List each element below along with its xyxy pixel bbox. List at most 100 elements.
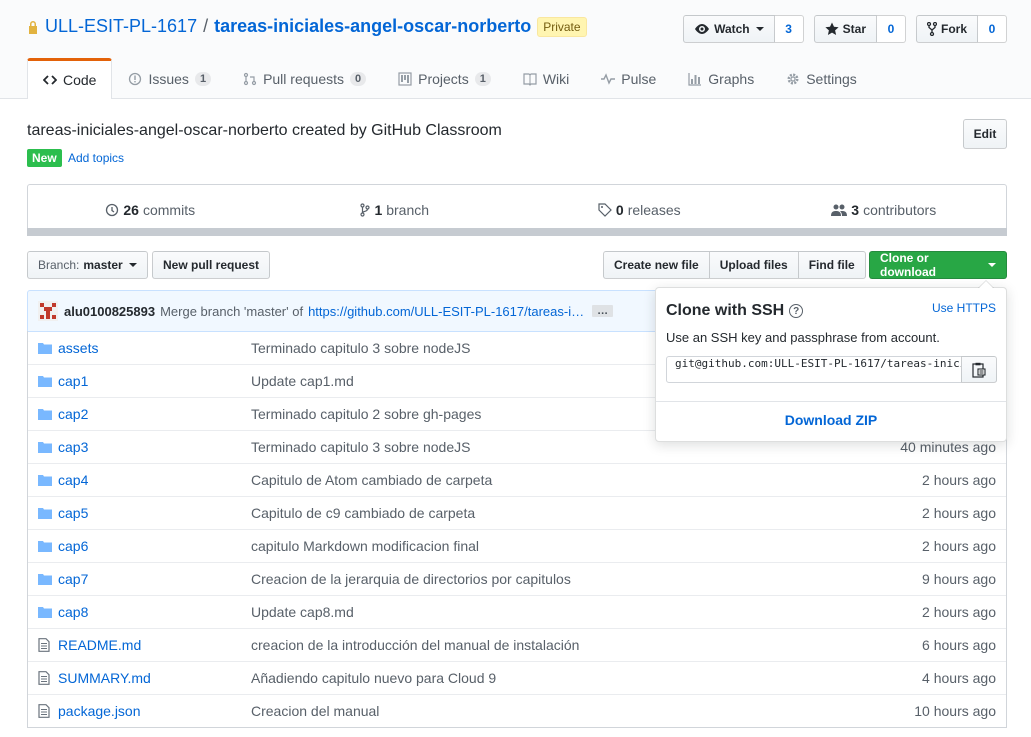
eye-icon [695,24,710,34]
repo-owner-link[interactable]: ULL-ESIT-PL-1617 [45,16,197,37]
new-badge: New [27,149,62,167]
avatar[interactable] [38,301,58,321]
file-name-link[interactable]: assets [58,340,251,356]
folder-icon [38,375,52,387]
file-age: 2 hours ago [922,604,996,620]
file-name-link[interactable]: cap5 [58,505,251,521]
file-commit-message[interactable]: Creacion de la jerarquia de directorios … [251,571,806,587]
chevron-down-icon [128,263,137,267]
tab-wiki[interactable]: Wiki [507,58,585,98]
file-commit-message[interactable]: Update cap8.md [251,604,806,620]
file-commit-message[interactable]: creacion de la introducción del manual d… [251,637,806,653]
file-commit-message[interactable]: Añadiendo capitulo nuevo para Cloud 9 [251,670,806,686]
file-name-link[interactable]: cap4 [58,472,251,488]
file-row: package.json Creacion del manual 10 hours … [28,694,1006,727]
file-name-link[interactable]: cap6 [58,538,251,554]
fork-button[interactable]: Fork [915,15,978,43]
commits-label: commits [142,202,196,218]
file-name-link[interactable]: cap7 [58,571,251,587]
file-age: 4 hours ago [922,670,996,686]
file-name-link[interactable]: package.json [58,703,251,719]
people-icon [831,204,848,216]
find-file-button[interactable]: Find file [797,251,866,279]
tab-label: Pulse [621,70,657,87]
ellipsis-expander[interactable]: … [592,305,614,317]
tab-pulse[interactable]: Pulse [585,58,672,98]
star-button[interactable]: Star [813,15,877,43]
tab-graphs[interactable]: Graphs [672,58,770,98]
branch-prefix: Branch: [38,258,80,272]
commits-count: 26 [123,202,139,218]
file-name-link[interactable]: README.md [58,637,251,653]
upload-files-button[interactable]: Upload files [708,251,799,279]
clone-url-field[interactable]: git@github.com:ULL-ESIT-PL-1617/tareas-i… [666,356,962,383]
use-https-link[interactable]: Use HTTPS [932,301,996,315]
repo-description: tareas-iniciales-angel-oscar-norberto cr… [27,122,502,139]
file-actions: Create new file Upload files Find file [603,251,866,279]
file-row: SUMMARY.md Añadiendo capitulo nuevo para … [28,661,1006,694]
branch-select-button[interactable]: Branch: master [27,251,148,279]
folder-icon [38,408,52,420]
add-topics-link[interactable]: Add topics [68,151,124,165]
copy-to-clipboard-button[interactable] [961,356,997,383]
file-icon [38,671,52,685]
file-name-link[interactable]: cap2 [58,406,251,422]
file-name-link[interactable]: cap8 [58,604,251,620]
file-row: cap6 capitulo Markdown modificacion final… [28,529,1006,562]
lock-icon [29,20,37,34]
file-name-link[interactable]: SUMMARY.md [58,670,251,686]
star-label: Star [842,22,866,36]
clone-label: Clone or download [880,251,936,279]
history-icon [106,203,119,217]
watch-button[interactable]: Watch [683,15,775,43]
contributors-label: contributors [863,202,937,218]
tab-projects[interactable]: Projects 1 [382,58,507,98]
tab-label: Settings [806,70,857,87]
tab-label: Projects [418,70,469,87]
folder-icon [38,474,52,486]
file-row: cap5 Capitulo de c9 cambiado de carpeta 2 … [28,496,1006,529]
commit-link[interactable]: https://github.com/ULL-ESIT-PL-1617/tare… [308,304,584,319]
file-age: 9 hours ago [922,571,996,587]
repo-header: ULL-ESIT-PL-1617 / tareas-iniciales-ange… [0,0,1031,99]
file-name-link[interactable]: cap3 [58,439,251,455]
commit-author-link[interactable]: alu0100825893 [64,304,155,319]
download-zip-link[interactable]: Download ZIP [656,412,1006,428]
tab-settings[interactable]: Settings [770,58,873,98]
create-new-file-button[interactable]: Create new file [603,251,710,279]
releases-label: releases [627,202,681,218]
gear-icon [787,73,799,84]
repo-title: ULL-ESIT-PL-1617 / tareas-iniciales-ange… [27,16,587,37]
file-age: 2 hours ago [922,538,996,554]
folder-icon [38,441,52,453]
tab-pull-requests[interactable]: Pull requests 0 [227,58,382,98]
clone-or-download-button[interactable]: Clone or download [869,251,1007,279]
repo-name-link[interactable]: tareas-iniciales-angel-oscar-norberto [214,16,531,37]
folder-icon [38,606,52,618]
tab-label: Code [63,72,97,88]
file-commit-message[interactable]: capitulo Markdown modificacion final [251,538,806,554]
watch-count[interactable]: 3 [774,15,804,43]
issues-counter: 1 [194,71,212,86]
contributors-count: 3 [851,202,860,218]
chevron-down-icon [988,263,996,267]
star-icon [825,22,839,35]
language-bar[interactable] [27,228,1007,236]
file-name-link[interactable]: cap1 [58,373,251,389]
branches-count: 1 [374,202,383,218]
commit-message: Merge branch 'master' of [160,303,304,319]
releases-count: 0 [615,202,624,218]
new-pull-request-button[interactable]: New pull request [152,251,271,279]
file-commit-message[interactable]: Capitulo de c9 cambiado de carpeta [251,505,806,521]
branches-label: branch [386,202,430,218]
fork-count[interactable]: 0 [978,15,1007,43]
tab-issues[interactable]: Issues 1 [112,58,227,98]
tab-label: Wiki [542,70,570,87]
star-count[interactable]: 0 [876,15,906,43]
edit-button[interactable]: Edit [963,119,1007,149]
file-commit-message[interactable]: Capitulo de Atom cambiado de carpeta [251,472,806,488]
tab-code[interactable]: Code [27,58,113,99]
file-commit-message[interactable]: Creacion del manual [251,703,806,719]
file-age: 6 hours ago [922,637,996,653]
help-icon[interactable]: ? [789,304,804,318]
